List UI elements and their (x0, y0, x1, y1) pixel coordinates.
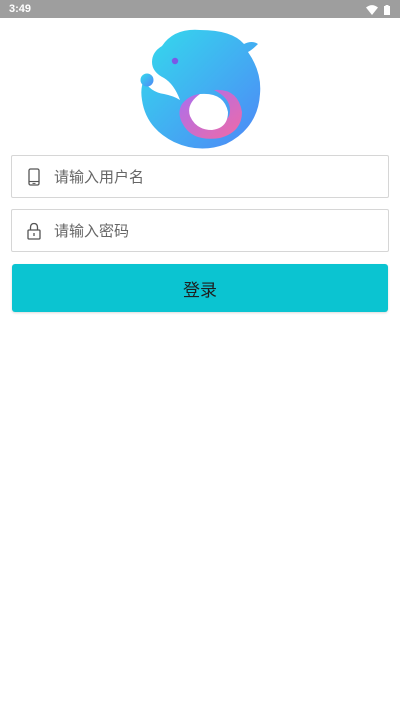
status-bar: 3:49 (0, 0, 400, 18)
app-logo (138, 28, 262, 150)
username-input[interactable] (54, 156, 388, 197)
status-icons (366, 3, 390, 15)
login-button[interactable]: 登录 (12, 264, 388, 312)
wifi-icon (366, 0, 378, 19)
battery-icon (384, 0, 390, 19)
status-time: 3:49 (9, 3, 32, 15)
lock-icon (12, 209, 56, 252)
phone-icon (12, 155, 56, 198)
password-field (11, 209, 389, 252)
password-input[interactable] (54, 210, 388, 251)
dolphin-logo-icon (140, 29, 261, 149)
username-field (11, 155, 389, 198)
